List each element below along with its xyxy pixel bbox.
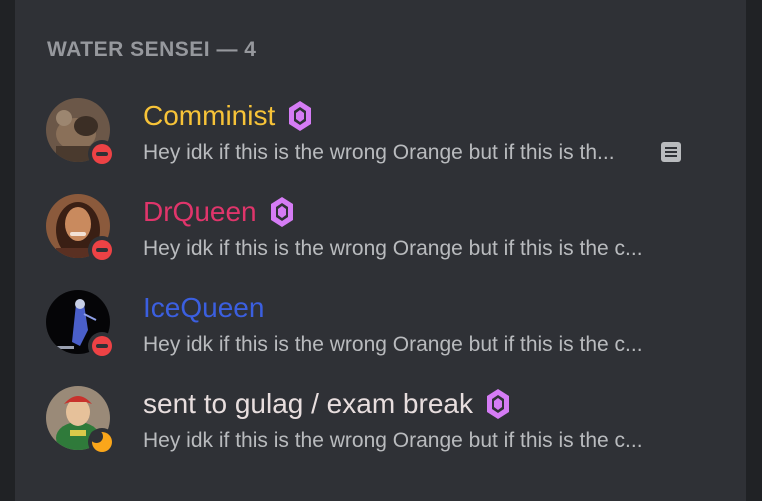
member-name: sent to gulag / exam break <box>143 388 473 419</box>
boost-gem-icon <box>270 197 293 227</box>
member-name: Comminist <box>143 100 276 131</box>
dnd-status-icon <box>88 140 116 168</box>
member-name: IceQueen <box>143 292 265 323</box>
member-activity: Hey idk if this is the wrong Orange but … <box>143 333 643 356</box>
member-activity: Hey idk if this is the wrong Orange but … <box>143 237 643 260</box>
rich-presence-icon[interactable] <box>661 142 681 162</box>
boost-gem-icon <box>289 101 312 131</box>
boost-gem-icon <box>486 389 509 419</box>
member-activity: Hey idk if this is the wrong Orange but … <box>143 429 643 452</box>
role-group-header: WATER SENSEI — 4 <box>47 38 257 61</box>
idle-status-icon <box>88 428 116 456</box>
dnd-status-icon <box>88 332 116 360</box>
member-item-drqueen[interactable]: DrQueen Hey idk if this is the wrong Ora… <box>15 194 746 282</box>
member-item-comminist[interactable]: Comminist Hey idk if this is the wrong O… <box>15 98 746 186</box>
member-item-sent-to-gulag[interactable]: sent to gulag / exam break Hey idk if th… <box>15 386 746 474</box>
member-item-icequeen[interactable]: IceQueen Hey idk if this is the wrong Or… <box>15 290 746 378</box>
member-name: DrQueen <box>143 196 257 227</box>
member-activity: Hey idk if this is the wrong Orange but … <box>143 141 615 164</box>
member-list-panel: WATER SENSEI — 4 Comminist Hey idk if th… <box>15 0 746 501</box>
dnd-status-icon <box>88 236 116 264</box>
